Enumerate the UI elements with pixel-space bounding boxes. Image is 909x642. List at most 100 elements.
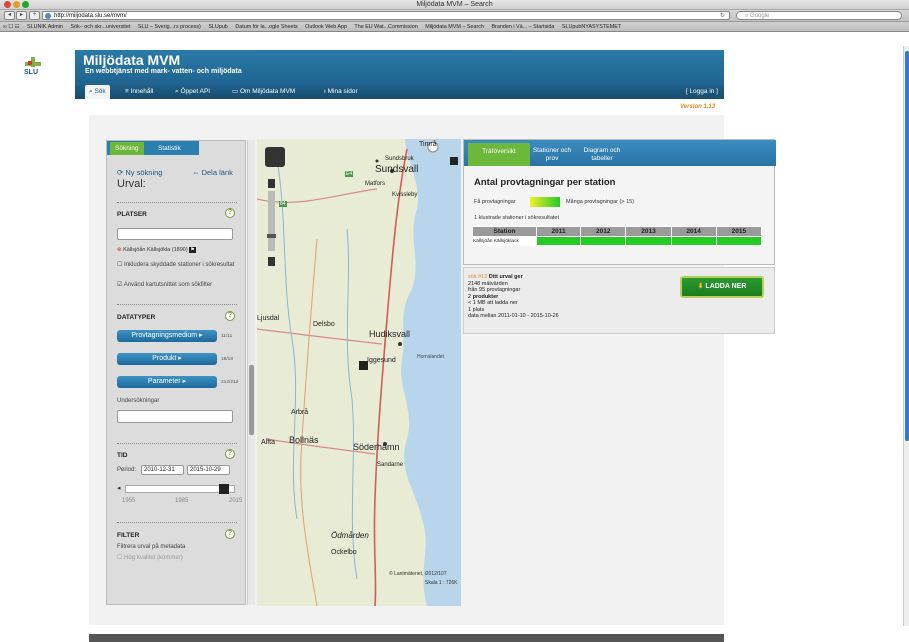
map-label: Kvissleby — [392, 192, 418, 198]
map-label: Söderhamn — [353, 442, 400, 452]
tab-stationer-och-prov[interactable]: Stationer och prov — [532, 143, 572, 166]
provtagningsmedium-button[interactable]: Provtagningsmedium ▸ — [117, 330, 217, 342]
divider — [117, 443, 237, 444]
bookmark-item[interactable]: SLUNIK Admin — [27, 24, 63, 30]
parameter-count: 212/212 — [221, 380, 239, 385]
reload-icon[interactable]: ↻ — [720, 12, 725, 20]
url-field[interactable]: http://miljodata.slu.se/mvm/ ↻ — [42, 11, 730, 20]
reader-icon[interactable]: ∞ ☐ ☷ — [3, 24, 20, 30]
year-cell-filled — [580, 236, 627, 246]
cluster-note: 1 klustrade stationer i sökresultatet — [474, 215, 559, 221]
forward-button[interactable]: ▸ — [16, 11, 27, 20]
results-panel: Träföversikt Stationer och prov Diagram … — [463, 139, 776, 265]
map-label: Sundsvall — [375, 164, 419, 175]
chevron-right-icon: ▸ — [182, 378, 187, 385]
nav-label: Sök — [94, 88, 106, 95]
legend-gradient — [530, 197, 560, 207]
back-button[interactable]: ◂ — [4, 11, 15, 20]
nav-oppet-api[interactable]: ⌕ Öppet API — [171, 85, 214, 99]
bookmark-item[interactable]: Outlook Web App — [305, 24, 347, 30]
browser-search-input[interactable]: ⌕ Google — [736, 11, 902, 20]
period-label: Period: — [117, 467, 137, 473]
help-icon[interactable]: ? — [225, 311, 235, 321]
help-icon[interactable]: ? — [225, 449, 235, 459]
bookmark-item[interactable]: SLUpubNYASYSTEMET — [562, 24, 621, 30]
zoom-in-button[interactable] — [268, 179, 275, 188]
share-link[interactable]: ⇔ Dela länk — [192, 168, 233, 177]
column-header: 2013 — [625, 226, 672, 237]
map-label: Iggesund — [367, 357, 396, 364]
slider-left-arrow-icon[interactable]: ◂ — [117, 484, 121, 492]
zoom-track[interactable] — [268, 191, 275, 251]
checkbox-label: Använd kartutsnittet som sökfilter — [123, 282, 213, 288]
scrollbar-thumb[interactable] — [249, 365, 254, 435]
platser-title: PLATSER — [117, 211, 147, 218]
summary-date-range: data mellan 2011-01-10 - 2015-10-26 — [468, 313, 559, 319]
selected-station-label: Källsjöån Källsjökla (1890) — [123, 247, 188, 253]
site-title[interactable]: Miljödata MVM — [83, 52, 180, 68]
parameter-button[interactable]: Parameter ▸ — [117, 376, 217, 388]
tab-traffoversikt[interactable]: Träföversikt — [468, 143, 530, 166]
url-text: http://miljodata.slu.se/mvm/ — [54, 13, 127, 19]
include-protected-checkbox[interactable]: ☐ Inkludera skyddade stationer i sökresu… — [117, 261, 239, 269]
panel-scrollbar[interactable] — [247, 140, 255, 605]
quality-checkbox[interactable]: ☐ Hög kvalitet (kommer) — [117, 554, 183, 561]
window-titlebar: Miljödata MVM – Search — [0, 0, 909, 10]
slu-logo[interactable]: SLU — [20, 56, 46, 80]
bookmark-item[interactable]: Miljödata MVM – Search — [425, 24, 484, 30]
bookmark-item[interactable]: The EU Wat...Commission — [354, 24, 417, 30]
new-search-label: Ny sökning — [125, 168, 163, 177]
add-bookmark-button[interactable]: + — [29, 11, 40, 20]
chevron-right-icon: ▸ — [178, 355, 182, 362]
bookmark-item[interactable]: Sök– och skr...universitet — [70, 24, 130, 30]
help-icon[interactable]: ? — [225, 529, 235, 539]
nav-innehall[interactable]: ≡ Innehåll — [121, 85, 157, 99]
use-map-filter-checkbox[interactable]: ☑ Använd kartutsnittet som sökfilter — [117, 281, 212, 288]
column-header: 2015 — [715, 226, 763, 237]
map-label: Bollnäs — [289, 435, 319, 445]
button-label: Produkt — [152, 355, 177, 362]
nav-om[interactable]: ▭ Om Miljödata MVM — [228, 85, 299, 99]
tab-diagram-och-tabeller[interactable]: Diagram och tabeller — [578, 143, 626, 166]
nav-label: Mina sidor — [327, 88, 358, 95]
period-from-input[interactable]: 2010-12-31 — [141, 465, 184, 475]
scrollbar-thumb[interactable] — [905, 51, 909, 441]
bookmark-item[interactable]: SLUpub — [208, 24, 227, 30]
map-label: Delsbo — [313, 321, 335, 328]
link-icon: ⇔ — [192, 168, 202, 177]
zoom-handle[interactable] — [267, 234, 276, 238]
slider-handle[interactable] — [219, 484, 229, 494]
page-scrollbar[interactable] — [903, 46, 909, 626]
road-sign: 84 — [279, 201, 287, 207]
map-label: Hudiksvall — [369, 329, 411, 339]
map-label: Timrå — [419, 141, 437, 148]
nav-sok[interactable]: ⌕ Sök — [85, 85, 110, 99]
bookmark-item[interactable]: SLU – Sverig...rs process) — [138, 24, 201, 30]
period-slider[interactable] — [125, 484, 235, 494]
place-search-input[interactable] — [117, 228, 233, 240]
undersokningar-input[interactable] — [117, 410, 233, 423]
zoom-out-button[interactable] — [268, 257, 275, 266]
road — [257, 328, 383, 345]
period-to-input[interactable]: 2015-10-29 — [187, 465, 230, 475]
produkt-button[interactable]: Produkt ▸ — [117, 353, 217, 365]
bookmark-item[interactable]: Branden i Vä... – Startsida — [491, 24, 554, 30]
table-row[interactable]: Källsjöån Källsjöklack — [472, 236, 763, 246]
bookmark-item[interactable]: Datum för la...ogle Sheets — [235, 24, 297, 30]
download-button[interactable]: ⬇ LADDA NER — [680, 276, 764, 298]
page-footer — [89, 634, 724, 642]
nav-mina-sidor[interactable]: ı Mina sidor — [320, 85, 362, 99]
tab-statistik[interactable]: Statistik — [153, 142, 186, 155]
map-layers-icon[interactable] — [450, 157, 458, 165]
globe-icon — [45, 13, 51, 19]
help-icon[interactable]: ? — [225, 208, 235, 218]
login-link[interactable]: [ Logga in ] — [686, 85, 718, 99]
map-label: Ljusdal — [257, 315, 280, 322]
map[interactable]: Timrå Sundsbruk Sundsvall Matfors Kvissl… — [257, 139, 461, 606]
new-search-link[interactable]: ⟳ Ny sökning — [117, 168, 162, 177]
table-header-row: Station 2011 2012 2013 2014 2015 — [472, 226, 763, 237]
tab-sokning[interactable]: Sökning — [110, 142, 144, 155]
column-header: 2014 — [670, 226, 717, 237]
summary-line: 2148 mätvärden — [468, 280, 508, 287]
pan-control[interactable] — [265, 147, 285, 167]
